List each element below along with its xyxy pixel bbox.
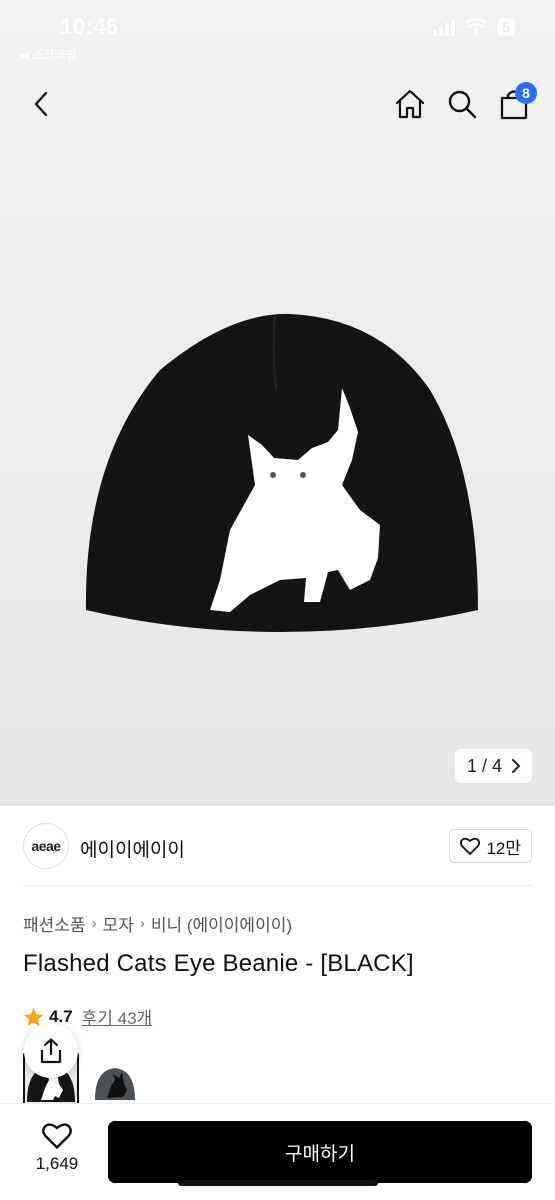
- thumbnail-grey[interactable]: [87, 1052, 143, 1108]
- cart-button[interactable]: 8: [497, 82, 537, 122]
- home-indicator: [178, 1180, 378, 1186]
- heart-icon: [42, 1123, 72, 1149]
- beanie-thumbnail-image: [87, 1052, 143, 1108]
- heart-icon: [460, 837, 481, 855]
- brand-name[interactable]: 에이이에이이: [80, 835, 185, 862]
- chevron-right-icon: ›: [91, 915, 97, 932]
- search-icon: [448, 90, 477, 119]
- home-icon: [395, 89, 425, 119]
- search-button[interactable]: [445, 86, 479, 122]
- header-actions: 8: [393, 82, 537, 122]
- wishlist-count: 1,649: [35, 1154, 79, 1173]
- image-counter-text: 1 / 4: [466, 755, 502, 776]
- status-bar: 10:46 ◀ 스크래핑 5: [0, 0, 555, 62]
- battery-icon: 5: [497, 18, 515, 36]
- review-count-link[interactable]: 후기 43개: [82, 1004, 153, 1029]
- breadcrumb-item[interactable]: 비니 (에이이에이이): [151, 911, 292, 936]
- beanie-image: [85, 313, 478, 632]
- wifi-icon: [465, 18, 488, 34]
- brand-like-button[interactable]: 12만: [449, 829, 532, 863]
- wishlist-button[interactable]: 1,649: [30, 1122, 84, 1174]
- status-back-app[interactable]: ◀ 스크래핑: [20, 46, 77, 63]
- chevron-right-icon: [512, 759, 520, 773]
- signal-icon: [433, 18, 456, 36]
- brand-info: aeae 에이이에이이 12만: [23, 806, 532, 886]
- breadcrumb: 패션소품 › 모자 › 비니 (에이이에이이): [23, 911, 292, 936]
- brand-like-count: 12만: [486, 838, 521, 858]
- home-button[interactable]: [393, 86, 427, 122]
- brand-row: aeae 에이이에이이 12만: [0, 806, 555, 886]
- chevron-right-icon: ›: [139, 915, 145, 932]
- status-time: 10:46: [60, 14, 119, 39]
- back-button[interactable]: [26, 86, 56, 122]
- cart-count-badge: 8: [515, 82, 537, 104]
- buy-button[interactable]: 구매하기: [108, 1121, 532, 1183]
- share-icon: [40, 1038, 62, 1064]
- back-icon: [34, 91, 48, 117]
- product-title: Flashed Cats Eye Beanie - [BLACK]: [23, 950, 414, 977]
- share-button[interactable]: [24, 1024, 78, 1078]
- status-icons: 5: [433, 18, 515, 36]
- star-icon: [23, 1007, 44, 1026]
- image-counter[interactable]: 1 / 4: [454, 749, 532, 783]
- breadcrumb-item[interactable]: 모자: [103, 911, 134, 936]
- brand-logo[interactable]: aeae: [23, 823, 69, 869]
- breadcrumb-item[interactable]: 패션소품: [23, 911, 86, 936]
- product-image-gallery[interactable]: 10:46 ◀ 스크래핑 5 8 1 / 4: [0, 0, 555, 806]
